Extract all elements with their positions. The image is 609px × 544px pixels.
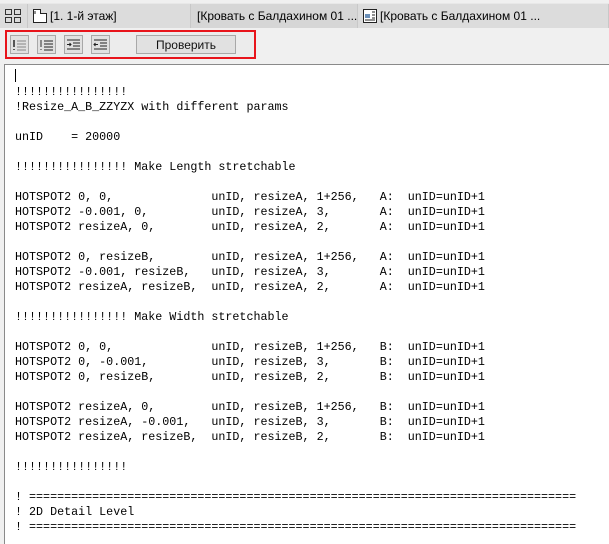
code-line: HOTSPOT2 -0.001, 0, unID, resizeA, 3, A:… bbox=[15, 205, 485, 219]
tab-floor-plan[interactable]: [1. 1-й этаж] bbox=[28, 4, 191, 28]
code-line: HOTSPOT2 resizeA, 0, unID, resizeA, 2, A… bbox=[15, 220, 485, 234]
uncomment-icon bbox=[40, 39, 53, 50]
tab-object-2d[interactable]: [Кровать с Балдахином 01 ... bbox=[191, 4, 358, 28]
code-line: HOTSPOT2 resizeA, resizeB, unID, resizeB… bbox=[15, 430, 485, 444]
code-line: unID = 20000 bbox=[15, 130, 121, 144]
object-params-icon bbox=[363, 9, 377, 23]
uncomment-button[interactable] bbox=[37, 35, 56, 54]
code-line: HOTSPOT2 -0.001, resizeB, unID, resizeA,… bbox=[15, 265, 485, 279]
code-line: !!!!!!!!!!!!!!!! Make Width stretchable bbox=[15, 310, 289, 324]
tab-label: [Кровать с Балдахином 01 ... bbox=[197, 9, 358, 23]
script-editor[interactable]: !!!!!!!!!!!!!!!! !Resize_A_B_ZZYZX with d… bbox=[4, 64, 609, 544]
comment-button[interactable] bbox=[10, 35, 29, 54]
tab-label: [Кровать с Балдахином 01 ... bbox=[380, 9, 541, 23]
grid-icon bbox=[5, 9, 21, 23]
comment-icon bbox=[13, 39, 26, 50]
code-line: HOTSPOT2 0, 0, unID, resizeA, 1+256, A: … bbox=[15, 190, 485, 204]
check-script-button[interactable]: Проверить bbox=[136, 35, 236, 54]
code-line: ! 2D Detail Level bbox=[15, 505, 135, 519]
code-line: !!!!!!!!!!!!!!!! bbox=[15, 460, 128, 474]
tab-object-params[interactable]: [Кровать с Балдахином 01 ... bbox=[358, 4, 609, 28]
code-line: !!!!!!!!!!!!!!!! bbox=[15, 85, 128, 99]
code-line: HOTSPOT2 0, 0, unID, resizeB, 1+256, B: … bbox=[15, 340, 485, 354]
indent-icon bbox=[67, 39, 80, 49]
tab-bar: [1. 1-й этаж] [Кровать с Балдахином 01 .… bbox=[0, 3, 609, 28]
tab-overview-button[interactable] bbox=[0, 4, 28, 28]
outdent-icon bbox=[93, 39, 107, 49]
code-line: HOTSPOT2 0, resizeB, unID, resizeB, 2, B… bbox=[15, 370, 485, 384]
code-text[interactable]: !!!!!!!!!!!!!!!! !Resize_A_B_ZZYZX with d… bbox=[15, 85, 576, 535]
code-line: HOTSPOT2 0, -0.001, unID, resizeB, 3, B:… bbox=[15, 355, 485, 369]
floor-plan-icon bbox=[33, 9, 47, 23]
script-toolbar: Проверить bbox=[5, 30, 256, 59]
code-line: HOTSPOT2 resizeA, 0, unID, resizeB, 1+25… bbox=[15, 400, 485, 414]
text-caret bbox=[15, 69, 16, 82]
indent-button[interactable] bbox=[64, 35, 83, 54]
outdent-button[interactable] bbox=[91, 35, 110, 54]
tab-label: [1. 1-й этаж] bbox=[50, 9, 117, 23]
code-line: HOTSPOT2 resizeA, -0.001, unID, resizeB,… bbox=[15, 415, 485, 429]
code-line: !!!!!!!!!!!!!!!! Make Length stretchable bbox=[15, 160, 296, 174]
code-line: HOTSPOT2 0, resizeB, unID, resizeA, 1+25… bbox=[15, 250, 485, 264]
code-line: !Resize_A_B_ZZYZX with different params bbox=[15, 100, 289, 114]
code-line: ! ======================================… bbox=[15, 520, 577, 534]
code-line: ! ======================================… bbox=[15, 490, 577, 504]
code-line: HOTSPOT2 resizeA, resizeB, unID, resizeA… bbox=[15, 280, 485, 294]
